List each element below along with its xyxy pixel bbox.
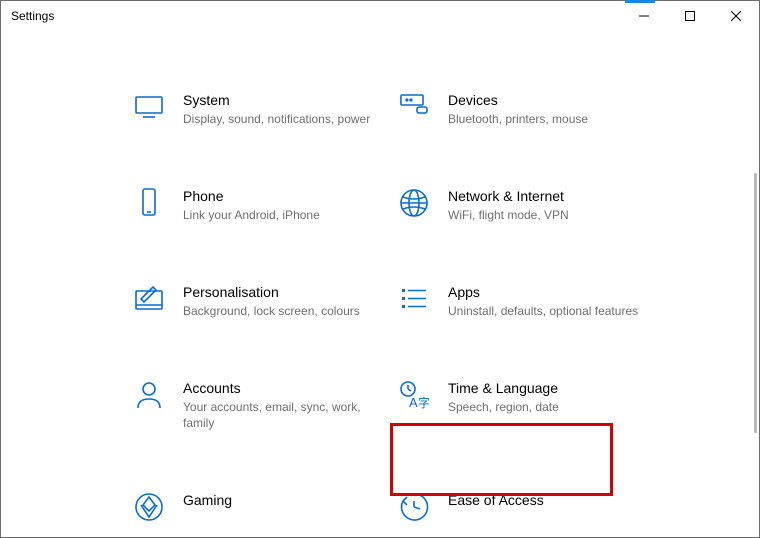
tile-subtitle: Your accounts, email, sync, work, family bbox=[183, 399, 374, 431]
tile-personalisation[interactable]: Personalisation Background, lock screen,… bbox=[133, 283, 398, 319]
tile-subtitle: Bluetooth, printers, mouse bbox=[448, 111, 588, 127]
tile-title: System bbox=[183, 91, 370, 109]
svg-text:A: A bbox=[409, 395, 418, 410]
tile-title: Time & Language bbox=[448, 379, 559, 397]
accounts-icon bbox=[133, 379, 165, 411]
apps-icon bbox=[398, 283, 430, 315]
maximize-button[interactable] bbox=[667, 1, 713, 31]
tile-title: Gaming bbox=[183, 491, 232, 509]
devices-icon bbox=[398, 91, 430, 123]
tile-subtitle: Uninstall, defaults, optional features bbox=[448, 303, 638, 319]
minimize-icon bbox=[639, 11, 649, 21]
minimize-button[interactable] bbox=[621, 1, 667, 31]
titlebar: Settings bbox=[1, 1, 759, 31]
tile-system[interactable]: System Display, sound, notifications, po… bbox=[133, 91, 398, 127]
tile-title: Apps bbox=[448, 283, 638, 301]
close-icon bbox=[731, 11, 741, 21]
tile-title: Phone bbox=[183, 187, 320, 205]
tile-subtitle: Display, sound, notifications, power bbox=[183, 111, 370, 127]
system-icon bbox=[133, 91, 165, 123]
tile-phone[interactable]: Phone Link your Android, iPhone bbox=[133, 187, 398, 223]
tile-ease-of-access[interactable]: Ease of Access bbox=[398, 491, 663, 523]
globe-icon bbox=[398, 187, 430, 219]
maximize-icon bbox=[685, 11, 695, 21]
tile-time-language[interactable]: A 字 Time & Language Speech, region, date bbox=[398, 379, 663, 431]
window-controls bbox=[621, 1, 759, 31]
scrollbar-thumb[interactable] bbox=[754, 173, 757, 433]
content-area: System Display, sound, notifications, po… bbox=[1, 31, 759, 537]
tile-network[interactable]: Network & Internet WiFi, flight mode, VP… bbox=[398, 187, 663, 223]
tile-accounts[interactable]: Accounts Your accounts, email, sync, wor… bbox=[133, 379, 398, 431]
settings-window: Settings System Display, sound, not bbox=[0, 0, 760, 538]
tile-title: Ease of Access bbox=[448, 491, 544, 509]
phone-icon bbox=[133, 187, 165, 219]
gaming-icon bbox=[133, 491, 165, 523]
tile-devices[interactable]: Devices Bluetooth, printers, mouse bbox=[398, 91, 663, 127]
tile-gaming[interactable]: Gaming bbox=[133, 491, 398, 523]
tile-title: Network & Internet bbox=[448, 187, 569, 205]
tile-subtitle: WiFi, flight mode, VPN bbox=[448, 207, 569, 223]
window-title: Settings bbox=[11, 9, 54, 23]
tile-subtitle: Background, lock screen, colours bbox=[183, 303, 360, 319]
tile-title: Accounts bbox=[183, 379, 374, 397]
time-language-icon: A 字 bbox=[398, 379, 430, 411]
personalisation-icon bbox=[133, 283, 165, 315]
svg-text:字: 字 bbox=[418, 395, 430, 410]
tile-subtitle: Link your Android, iPhone bbox=[183, 207, 320, 223]
ease-of-access-icon bbox=[398, 491, 430, 523]
tile-title: Personalisation bbox=[183, 283, 360, 301]
category-grid: System Display, sound, notifications, po… bbox=[1, 31, 759, 523]
tile-title: Devices bbox=[448, 91, 588, 109]
tile-apps[interactable]: Apps Uninstall, defaults, optional featu… bbox=[398, 283, 663, 319]
tile-subtitle: Speech, region, date bbox=[448, 399, 559, 415]
close-button[interactable] bbox=[713, 1, 759, 31]
